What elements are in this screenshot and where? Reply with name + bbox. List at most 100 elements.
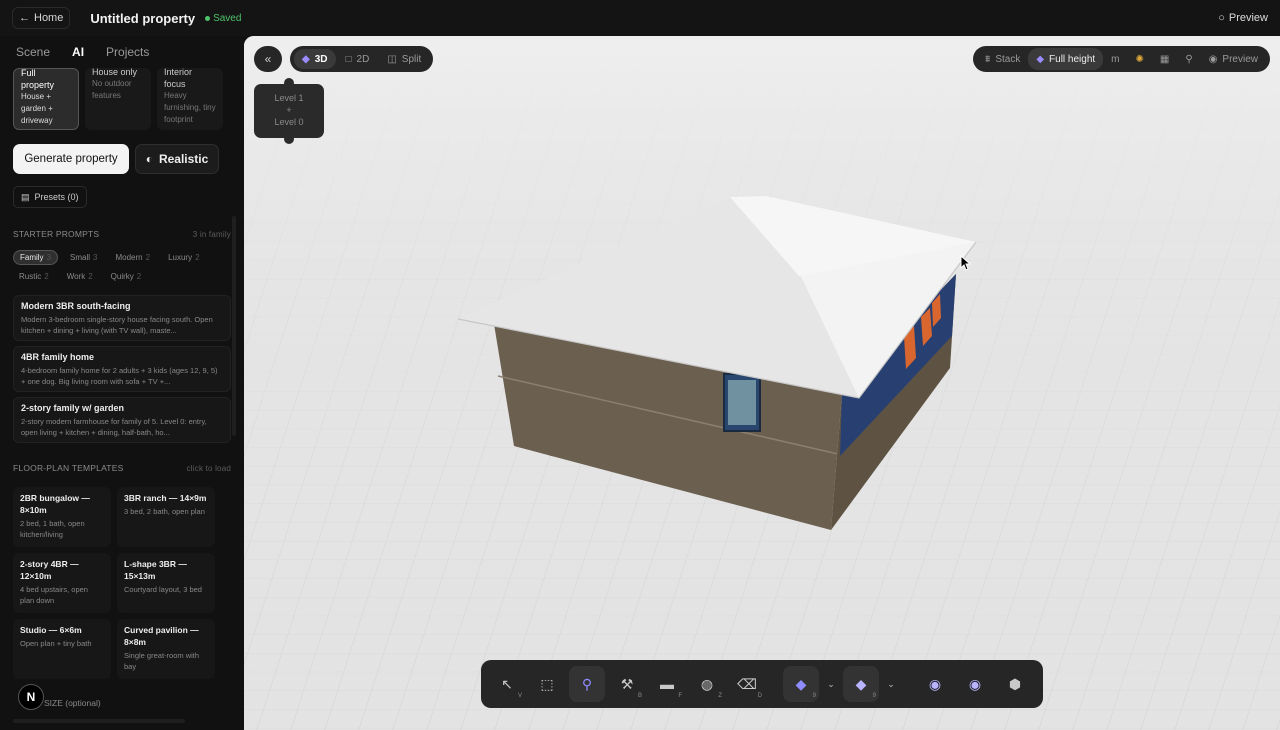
camera-lock-tool[interactable]: ⬢ [997,666,1033,702]
chip-count: 2 [88,272,93,281]
scope-card-title: House only [92,68,138,77]
chip-label: Rustic [19,272,42,281]
chip-work[interactable]: Work 2 [61,269,99,284]
templates-header: FLOOR-PLAN TEMPLATES click to load [0,461,244,475]
level-1-option[interactable]: Level 1 [254,92,324,104]
level-0-option[interactable]: Level 0 [254,116,324,128]
chip-label: Small [70,253,91,262]
template-card-2br-bungalow[interactable]: 2BR bungalow — 8×10m 2 bed, 1 bath, open… [13,487,111,547]
chevron-down-icon[interactable]: ⌄ [823,679,839,690]
chip-label: Luxury [168,253,193,262]
template-title: Curved pavilion — 8×8m [124,625,199,647]
mode-label: 3D [314,53,328,65]
palette-icon: ◐ [145,152,153,166]
mouse-cursor-icon [960,255,972,271]
home-button[interactable]: ← Home [12,7,71,29]
template-title: 2-story 4BR — 12×10m [20,559,79,581]
scope-card-title: Interior focus [164,68,193,89]
full-height-button[interactable]: ◆ Full height [1028,48,1104,70]
chip-label: Modern [115,253,143,262]
camera-orbit-tool[interactable]: ◉ [957,666,993,702]
template-card-2story-4br[interactable]: 2-story 4BR — 12×10m 4 bed upstairs, ope… [13,553,111,613]
build-tool[interactable]: ⚒ B [609,666,645,702]
chevron-down-icon[interactable]: ⌄ [883,679,899,690]
add-level-button[interactable]: + [254,104,324,116]
preview-view-button[interactable]: ◉ Preview [1201,48,1266,70]
delete-tool[interactable]: ⌫ D [729,666,765,702]
mode-3d-button[interactable]: ◆ 3D [294,49,336,69]
template-card-curved-pavilion[interactable]: Curved pavilion — 8×8m Single great-room… [117,619,215,679]
3d-viewport[interactable]: « ◆ 3D □ 2D ◫ Split Level 1 + Level 0 ⩩ [244,36,1280,730]
mode-split-button[interactable]: ◫ Split [379,49,429,69]
bottom-toolbar: ↖ V ⬚ ⚲ ⚒ B ▬ F ◍ Z ⌫ D ◆ 9 ⌄ ◆ 9 ⌄ ◉ ◉ ⬢ [481,660,1043,708]
chip-count: 3 [46,253,52,262]
template-card-studio[interactable]: Studio — 6×6m Open plan + tiny bath [13,619,111,679]
front-window-glass [728,380,756,425]
select-tool[interactable]: ↖ V [489,666,525,702]
scope-card-house-only[interactable]: House only No outdoor features [85,68,151,130]
floor-tool[interactable]: ◆ 9 [783,666,819,702]
prompt-desc: 2-story modern farmhouse for family of 5… [21,417,207,437]
stack-button[interactable]: ⩩ Stack [977,48,1028,70]
tab-projects[interactable]: Projects [106,45,149,68]
prompt-title: Modern 3BR south-facing [21,301,131,311]
building-button[interactable]: ▦ [1152,48,1177,70]
n-avatar-badge[interactable]: N [18,684,44,710]
shortcut-key: V [517,693,522,699]
chip-family[interactable]: Family 3 [13,250,59,265]
template-card-3br-ranch[interactable]: 3BR ranch — 14×9m 3 bed, 2 bath, open pl… [117,487,215,547]
project-title[interactable]: Untitled property [90,11,195,26]
top-preview-button[interactable]: ○ Preview [1218,12,1268,24]
preview-view-label: Preview [1222,53,1258,65]
template-card-l-shape-3br[interactable]: L-shape 3BR — 15×13m Courtyard layout, 3… [117,553,215,613]
scope-card-desc: No outdoor features [92,79,132,100]
size-section-label: SIZE (optional) [44,698,101,708]
walk-button[interactable]: ⚲ [1177,48,1200,70]
slab-tool[interactable]: ◆ 9 [843,666,879,702]
mode-2d-button[interactable]: □ 2D [338,49,378,69]
sidebar-horizontal-scrollbar[interactable] [13,719,185,723]
floor-tool-group: ◆ 9 [783,666,819,702]
chip-count: 2 [145,253,151,262]
cursor-icon: ↖ [501,675,513,692]
units-button[interactable]: m [1103,48,1127,70]
slab-tool-group: ◆ 9 [843,666,879,702]
scope-card-interior-focus[interactable]: Interior focus Heavy furnishing, tiny fo… [157,68,223,130]
presets-button[interactable]: ▤ Presets (0) [13,186,87,208]
material-tool[interactable]: ◍ Z [689,666,725,702]
collapse-sidebar-button[interactable]: « [254,46,282,72]
chip-quirky[interactable]: Quirky 2 [105,269,148,284]
prompt-card-modern-3br[interactable]: Modern 3BR south-facing Modern 3-bedroom… [13,295,231,341]
camera-orbit-icon: ◉ [968,675,982,692]
box-select-tool[interactable]: ⬚ [529,666,565,702]
tab-scene[interactable]: Scene [16,45,50,68]
floor-icon: ◆ [795,675,807,692]
lighting-button[interactable]: ✺ [1128,48,1152,70]
chip-luxury[interactable]: Luxury 2 [162,250,205,265]
prompt-card-2story-garden[interactable]: 2-story family w/ garden 2-story modern … [13,397,231,443]
template-desc: Courtyard layout, 3 bed [124,585,202,594]
trash-icon: ⌫ [737,675,757,692]
stack-icon: ⩩ [984,53,991,65]
pin-tool[interactable]: ⚲ [569,666,605,702]
sidebar-scrollbar[interactable] [232,216,236,436]
camera-up-icon: ◉ [928,675,942,692]
tab-ai[interactable]: AI [72,45,84,68]
camera-up-tool[interactable]: ◉ [917,666,953,702]
level-down-handle[interactable] [284,134,294,144]
scope-card-title: Full property [21,68,55,90]
chip-small[interactable]: Small 3 [64,250,103,265]
top-bar: ← Home Untitled property Saved ○ Preview [0,0,1280,36]
chip-label: Family [20,253,44,262]
realistic-button[interactable]: ◐ Realistic [135,144,219,174]
scope-card-full-property[interactable]: Full property House + garden + driveway [13,68,79,130]
chip-count: 3 [93,253,98,262]
generate-property-button[interactable]: Generate property [13,144,129,174]
chip-rustic[interactable]: Rustic 2 [13,269,55,284]
starter-prompts-title: STARTER PROMPTS [13,229,100,239]
template-title: L-shape 3BR — 15×13m [124,559,187,581]
prompt-card-4br-family[interactable]: 4BR family home 4-bedroom family home fo… [13,346,231,392]
furnish-tool[interactable]: ▬ F [649,666,685,702]
chip-modern[interactable]: Modern 2 [109,250,156,265]
scene-canvas[interactable] [244,36,1280,730]
